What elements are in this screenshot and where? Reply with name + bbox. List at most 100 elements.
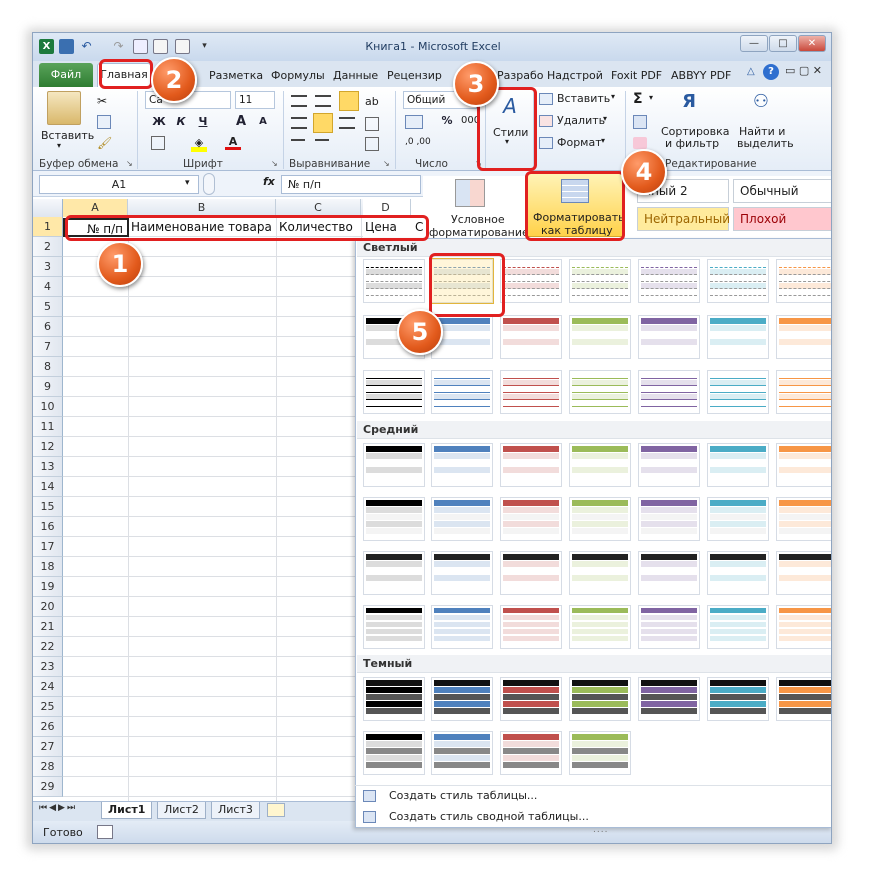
row-header-21[interactable]: 21 xyxy=(33,617,63,637)
table-style-light1-6[interactable] xyxy=(707,259,769,303)
table-style-med3-2[interactable] xyxy=(431,551,493,595)
copy-icon[interactable] xyxy=(97,115,111,129)
table-style-dark2-2[interactable] xyxy=(431,731,493,775)
row-header-29[interactable]: 29 xyxy=(33,777,63,797)
cell-style-neutral[interactable]: Нейтральный xyxy=(637,207,730,231)
delete-dropdown-icon[interactable]: ▾ xyxy=(603,114,607,123)
insert-cells-icon[interactable] xyxy=(539,93,553,105)
row-header-22[interactable]: 22 xyxy=(33,637,63,657)
minimize-button[interactable]: — xyxy=(740,35,768,52)
row-header-4[interactable]: 4 xyxy=(33,277,63,297)
italic-button[interactable]: К xyxy=(173,114,189,130)
bold-button[interactable]: Ж xyxy=(151,114,167,130)
increase-indent-icon[interactable] xyxy=(315,139,329,151)
increase-font-icon[interactable]: A xyxy=(233,114,249,130)
help-icon[interactable]: ? xyxy=(763,64,779,80)
new-table-style-icon[interactable] xyxy=(363,790,376,802)
restore-workbook-icon[interactable]: ▭ ▢ ✕ xyxy=(785,64,822,77)
increase-decimal-icon[interactable]: ,0 ,00 xyxy=(405,137,431,147)
tab-file[interactable]: Файл xyxy=(39,63,93,87)
merge-cells-icon[interactable] xyxy=(365,137,379,151)
row-header-23[interactable]: 23 xyxy=(33,657,63,677)
table-style-med4-6[interactable] xyxy=(707,605,769,649)
decrease-indent-icon[interactable] xyxy=(291,139,305,151)
table-style-med1-4[interactable] xyxy=(569,443,631,487)
row-header-5[interactable]: 5 xyxy=(33,297,63,317)
table-style-med4-1[interactable] xyxy=(363,605,425,649)
table-style-dark1-1[interactable] xyxy=(363,677,425,721)
table-style-med2-2[interactable] xyxy=(431,497,493,541)
table-style-light3-5[interactable] xyxy=(638,370,700,414)
conditional-formatting-label-1[interactable]: Условное xyxy=(451,213,505,226)
insert-sheet-icon[interactable] xyxy=(267,803,285,817)
table-style-light3-3[interactable] xyxy=(500,370,562,414)
table-style-dark2-4[interactable] xyxy=(569,731,631,775)
close-button[interactable]: ✕ xyxy=(798,35,826,52)
table-style-dark1-5[interactable] xyxy=(638,677,700,721)
conditional-formatting-icon[interactable] xyxy=(455,179,485,207)
table-style-med4-4[interactable] xyxy=(569,605,631,649)
formula-bar-splitter[interactable] xyxy=(203,173,215,195)
sheet-tab-2[interactable]: Лист2 xyxy=(157,802,206,819)
clipboard-launcher-icon[interactable]: ↘ xyxy=(126,159,133,168)
row-header-24[interactable]: 24 xyxy=(33,677,63,697)
cell-style-normal[interactable]: Обычный xyxy=(733,179,831,203)
tab-review[interactable]: Рецензир xyxy=(387,67,442,85)
table-style-med4-2[interactable] xyxy=(431,605,493,649)
paste-button-label[interactable]: Вставить xyxy=(41,129,94,142)
table-style-med2-4[interactable] xyxy=(569,497,631,541)
new-table-style-item[interactable]: Создать стиль таблицы... xyxy=(389,789,537,802)
row-header-13[interactable]: 13 xyxy=(33,457,63,477)
sheet-nav-arrows-icon[interactable]: ⏮◀▶⏭ xyxy=(39,803,77,813)
wrap-text-icon[interactable] xyxy=(365,117,379,131)
table-style-med1-2[interactable] xyxy=(431,443,493,487)
row-header-18[interactable]: 18 xyxy=(33,557,63,577)
table-style-med1-6[interactable] xyxy=(707,443,769,487)
maximize-button[interactable]: □ xyxy=(769,35,797,52)
align-top-icon[interactable] xyxy=(291,95,307,107)
tab-addins[interactable]: Надстрой xyxy=(547,67,603,85)
insert-cells-button[interactable]: Вставить xyxy=(557,92,610,105)
row-header-19[interactable]: 19 xyxy=(33,577,63,597)
name-box[interactable]: A1 xyxy=(39,175,199,194)
table-style-med2-1[interactable] xyxy=(363,497,425,541)
align-center-icon[interactable] xyxy=(313,113,333,133)
row-header-14[interactable]: 14 xyxy=(33,477,63,497)
clear-icon[interactable] xyxy=(633,137,647,149)
table-style-dark1-7[interactable] xyxy=(776,677,831,721)
row-header-20[interactable]: 20 xyxy=(33,597,63,617)
table-style-light3-2[interactable] xyxy=(431,370,493,414)
percent-button[interactable]: % xyxy=(439,113,455,129)
gallery-resize-grip[interactable]: .... xyxy=(593,825,608,835)
table-style-dark1-6[interactable] xyxy=(707,677,769,721)
orientation-icon[interactable]: ab xyxy=(365,95,381,109)
borders-icon[interactable] xyxy=(151,136,165,150)
table-style-light1-7[interactable] xyxy=(776,259,831,303)
table-style-med3-3[interactable] xyxy=(500,551,562,595)
row-header-8[interactable]: 8 xyxy=(33,357,63,377)
table-style-light3-6[interactable] xyxy=(707,370,769,414)
new-pivot-style-item[interactable]: Создать стиль сводной таблицы... xyxy=(389,810,589,823)
row-header-28[interactable]: 28 xyxy=(33,757,63,777)
sheet-tab-1[interactable]: Лист1 xyxy=(101,802,153,819)
format-painter-icon[interactable]: 🖌 xyxy=(97,136,112,150)
tab-developer[interactable]: Разрабо xyxy=(497,67,543,85)
alignment-launcher-icon[interactable]: ↘ xyxy=(383,159,390,168)
cut-icon[interactable]: ✂ xyxy=(97,94,111,108)
row-header-15[interactable]: 15 xyxy=(33,497,63,517)
format-cells-button[interactable]: Формат xyxy=(557,136,602,149)
tab-foxit-pdf[interactable]: Foxit PDF xyxy=(611,67,662,85)
table-style-med2-7[interactable] xyxy=(776,497,831,541)
autosum-icon[interactable]: Σ xyxy=(633,91,643,107)
row-header-1[interactable]: 1 xyxy=(33,217,63,237)
format-cells-icon[interactable] xyxy=(539,137,553,149)
table-style-light3-7[interactable] xyxy=(776,370,831,414)
font-launcher-icon[interactable]: ↘ xyxy=(271,159,278,168)
row-header-26[interactable]: 26 xyxy=(33,717,63,737)
ribbon-collapse-icon[interactable]: △ xyxy=(747,66,761,80)
align-left-icon[interactable] xyxy=(291,117,307,129)
table-style-dark2-1[interactable] xyxy=(363,731,425,775)
font-size-select[interactable]: 11 xyxy=(235,91,275,109)
table-style-med3-5[interactable] xyxy=(638,551,700,595)
formula-input[interactable]: № п/п xyxy=(281,175,421,194)
